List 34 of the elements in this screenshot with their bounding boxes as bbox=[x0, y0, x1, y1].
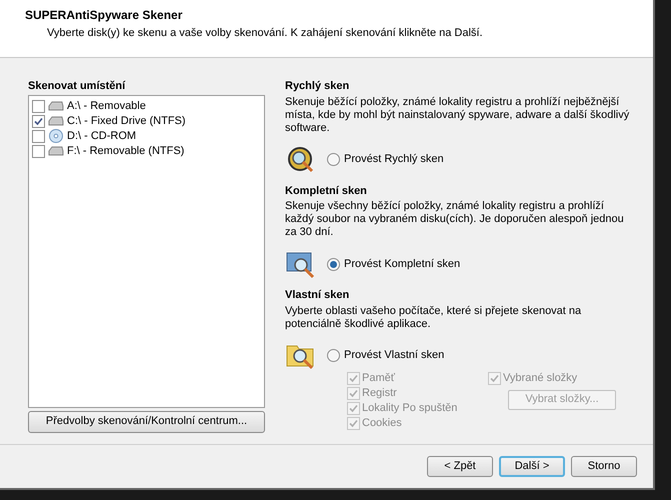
drive-label[interactable]: C:\ - Fixed Drive (NTFS) bbox=[67, 112, 186, 130]
drive-label[interactable]: F:\ - Removable (NTFS) bbox=[67, 142, 184, 160]
section-description: Vyberte oblasti vašeho počítače, které si přejete skenovat na potenciálně škodlivé aplikace. bbox=[285, 304, 582, 330]
drive-icon bbox=[48, 100, 64, 112]
scan-preferences-button[interactable]: Předvolby skenování/Kontrolní centrum... bbox=[28, 410, 265, 432]
dialog-button[interactable]: Storno bbox=[571, 456, 637, 477]
drive-icon bbox=[48, 115, 64, 127]
drive-list[interactable]: A:\ - Removable C:\ - Fixed Drive (NTFS) D:\ - CD-ROM F:\ - Removable (NTFS) bbox=[28, 94, 265, 408]
radio-label[interactable]: Provést Rychlý sken bbox=[344, 151, 444, 168]
section-description: Skenuje běžící položky, známé lokality registru a prohlíží nejběžnější místa, kde by mohl být nainstalovaný spyware, adware a další škodlivý software. bbox=[285, 96, 630, 134]
radio-button[interactable] bbox=[327, 349, 340, 362]
dialog-title: SUPERAntiSpyware Skener bbox=[25, 7, 184, 24]
radio-label[interactable]: Provést Kompletní sken bbox=[344, 256, 460, 272]
checkmark-icon bbox=[34, 116, 43, 126]
section-heading: Rychlý sken bbox=[285, 79, 350, 94]
drive-label[interactable]: A:\ - Removable bbox=[67, 98, 146, 114]
dialog-button[interactable]: < Zpět bbox=[427, 456, 493, 477]
checkmark-icon bbox=[490, 374, 499, 382]
section-heading: Vlastní sken bbox=[285, 288, 350, 303]
drive-icon bbox=[48, 145, 64, 157]
radio-button[interactable] bbox=[327, 258, 340, 270]
disc-icon bbox=[48, 129, 64, 143]
dialog-subtitle: Vyberte disk(y) ke skenu a vaše volby skenování. K zahájení skenování klikněte na Další. bbox=[46, 26, 484, 41]
section-heading: Kompletní sken bbox=[285, 184, 368, 198]
dialog-button[interactable]: Další > bbox=[499, 456, 565, 477]
section-heading: Skenovat umístění bbox=[28, 79, 126, 94]
checkbox[interactable] bbox=[32, 130, 45, 142]
radio-label[interactable]: Provést Vlastní sken bbox=[344, 347, 444, 364]
checkbox[interactable] bbox=[32, 114, 45, 128]
checkbox[interactable] bbox=[32, 144, 45, 158]
drive-label[interactable]: D:\ - CD-ROM bbox=[67, 128, 136, 144]
checkbox[interactable] bbox=[32, 100, 45, 112]
section-description: Skenuje všechny běžící položky, známé lokality registru a prohlíží každý soubor na vybraném disku(cích). Je doporučen alespoň jednou za 30 dní. bbox=[285, 200, 625, 239]
radio-button[interactable] bbox=[327, 153, 340, 166]
